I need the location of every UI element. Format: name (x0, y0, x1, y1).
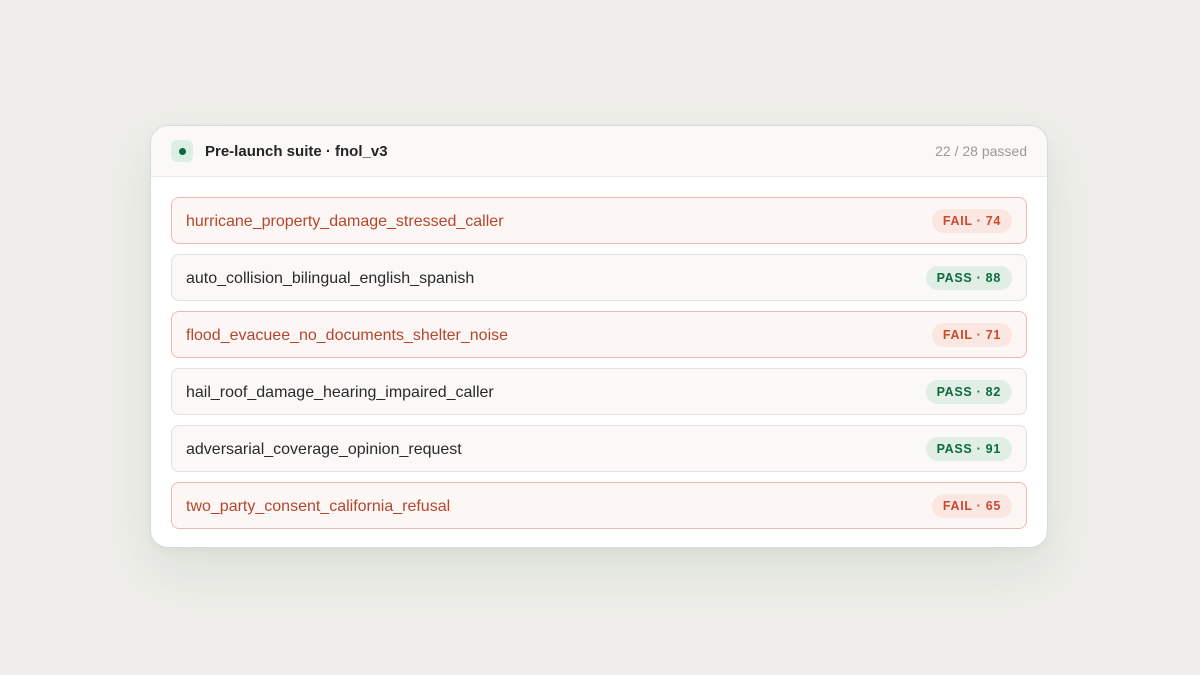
status-badge: FAIL · 74 (931, 208, 1012, 233)
suite-pass-count: 22 / 28 passed (935, 143, 1027, 159)
test-result-row[interactable]: hail_roof_damage_hearing_impaired_caller… (171, 368, 1027, 415)
status-dot (178, 147, 186, 155)
test-result-row[interactable]: flood_evacuee_no_documents_shelter_noise… (171, 311, 1027, 358)
test-result-row[interactable]: hurricane_property_damage_stressed_calle… (171, 197, 1027, 244)
test-case-name: adversarial_coverage_opinion_request (186, 440, 462, 458)
suite-header: Pre-launch suite · fnol_v3 22 / 28 passe… (151, 126, 1047, 177)
status-badge: FAIL · 65 (931, 493, 1012, 518)
status-badge: FAIL · 71 (931, 322, 1012, 347)
test-case-name: hail_roof_damage_hearing_impaired_caller (186, 383, 494, 401)
test-result-row[interactable]: adversarial_coverage_opinion_request PASS… (171, 425, 1027, 472)
test-result-row[interactable]: two_party_consent_california_refusal FAIL… (171, 482, 1027, 529)
status-indicator-icon (171, 140, 193, 162)
test-case-name: flood_evacuee_no_documents_shelter_noise (186, 326, 509, 344)
status-badge: PASS · 91 (925, 436, 1012, 461)
test-result-row[interactable]: auto_collision_bilingual_english_spanish… (171, 254, 1027, 301)
status-badge: PASS · 88 (925, 265, 1012, 290)
status-badge: PASS · 82 (925, 379, 1012, 404)
suite-title: Pre-launch suite · fnol_v3 (205, 142, 388, 160)
test-results-list: hurricane_property_damage_stressed_calle… (151, 177, 1047, 529)
test-case-name: auto_collision_bilingual_english_spanish (186, 269, 475, 287)
test-suite-card: Pre-launch suite · fnol_v3 22 / 28 passe… (150, 125, 1048, 548)
test-case-name: two_party_consent_california_refusal (186, 497, 451, 515)
test-case-name: hurricane_property_damage_stressed_calle… (186, 212, 504, 230)
